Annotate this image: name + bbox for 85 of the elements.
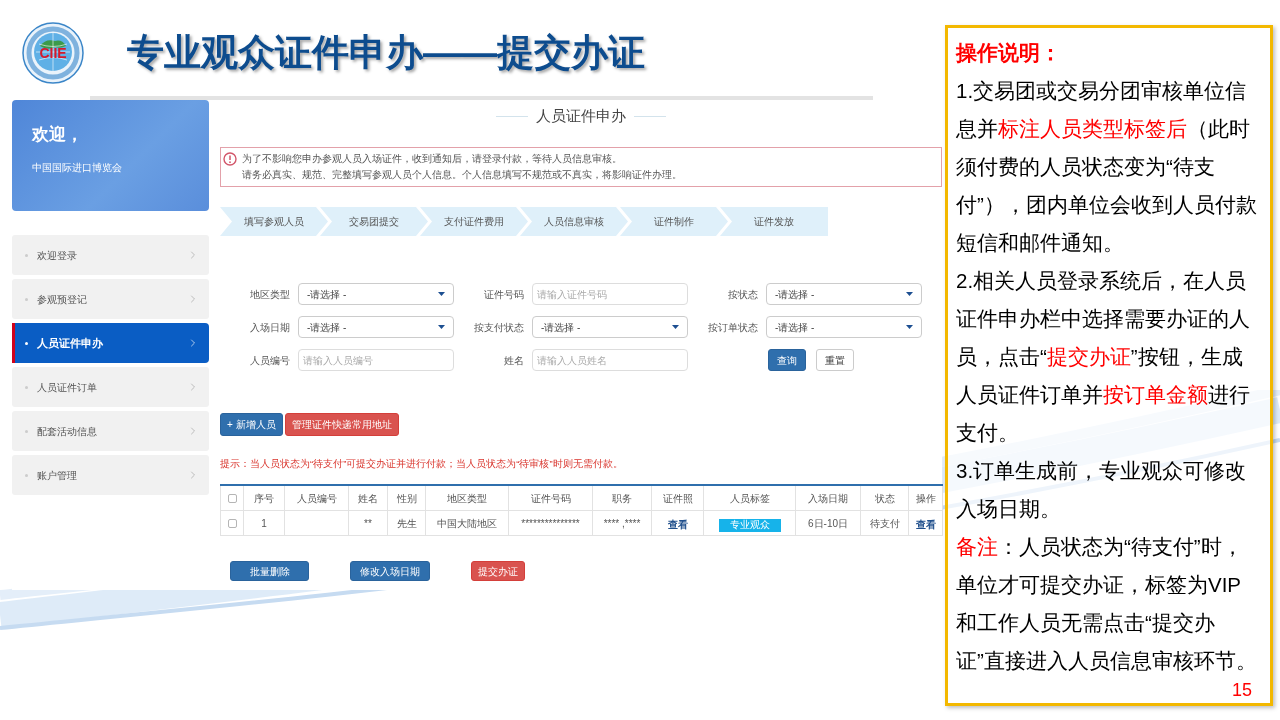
column-header: 人员标签 (703, 485, 796, 511)
bullet-icon (25, 473, 28, 477)
page-number: 15 (1231, 680, 1252, 700)
field-label: 证件号码 (484, 287, 524, 302)
notice-text: 为了不影响您申办参观人员入场证件，收到通知后，请登录付款，等待人员信息审核。 (242, 152, 622, 166)
field-label: 人员编号 (250, 353, 290, 368)
bullet-icon (25, 341, 28, 345)
column-header: 人员编号 (284, 485, 349, 511)
bullet-icon (25, 429, 28, 433)
field-label: 按订单状态 (708, 320, 758, 335)
table-cell: 先生 (387, 510, 426, 536)
text-input-field[interactable]: 请输入人员姓名 (532, 349, 688, 371)
action-button[interactable]: 修改入场日期 (350, 561, 430, 581)
welcome-greeting: 欢迎， (32, 124, 83, 146)
column-header: 操作 (908, 485, 943, 511)
slide-title: 专业观众证件申办——提交办证 (127, 31, 645, 76)
table-cell: 1 (243, 510, 285, 536)
table-cell: ** (348, 510, 388, 536)
column-header: 证件照 (651, 485, 704, 511)
dropdown-field[interactable]: -请选择 - (532, 316, 688, 338)
sidebar-item[interactable]: 人员证件申办 (12, 323, 209, 363)
column-header: 状态 (860, 485, 909, 511)
column-header: 入场日期 (795, 485, 861, 511)
sidebar-item[interactable]: 配套活动信息 (12, 411, 209, 451)
table-cell: 待支付 (860, 510, 909, 536)
dropdown-field[interactable]: -请选择 - (298, 316, 454, 338)
organization-name: 中国国际进口博览会 (32, 160, 122, 175)
alert-icon (223, 152, 237, 166)
table-cell: 中国大陆地区 (425, 510, 509, 536)
field-label: 地区类型 (250, 287, 290, 302)
text-input-field[interactable]: 请输入证件号码 (532, 283, 688, 305)
column-header: 地区类型 (425, 485, 509, 511)
step-item: 人员信息审核 (520, 207, 628, 236)
caret-icon (438, 292, 445, 296)
step-item: 填写参观人员 (220, 207, 328, 236)
expo-logo: CIIE (22, 22, 84, 84)
action-button[interactable]: 管理证件快递常用地址 (284, 413, 399, 436)
column-header: 证件号码 (508, 485, 593, 511)
instruction-paragraph: 3.订单生成前，专业观众可修改入场日期。 (956, 458, 1248, 522)
action-button[interactable]: 查询 (768, 349, 806, 371)
view-link[interactable]: 查看 (667, 519, 688, 530)
sidebar-item[interactable]: 欢迎登录 (12, 235, 209, 275)
caret-icon (906, 292, 913, 296)
caret-icon (438, 325, 445, 329)
bullet-icon (25, 253, 28, 257)
action-button[interactable]: 提交办证 (471, 561, 525, 581)
column-header: 姓名 (348, 485, 388, 511)
action-button[interactable]: 批量删除 (230, 561, 309, 581)
field-label: 按状态 (728, 287, 758, 302)
section-heading: 人员证件申办 (536, 105, 626, 126)
bullet-icon (25, 385, 28, 389)
instruction-paragraph: 备注：人员状态为“待支付”时，单位才可提交办证，标签为VIP和工作人员无需点击“提交办证”直接进入人员信息审核环节。 (956, 534, 1258, 674)
person-type-tag: 专业观众 (718, 518, 781, 532)
column-header: 性别 (387, 485, 426, 511)
field-label: 入场日期 (250, 320, 290, 335)
column-header: 职务 (592, 485, 652, 511)
select-all-checkbox[interactable] (227, 494, 237, 504)
action-button[interactable]: 重置 (816, 349, 854, 371)
field-label: 按支付状态 (474, 320, 524, 335)
sidebar-item[interactable]: 账户管理 (12, 455, 209, 495)
instruction-paragraph: 1.交易团或交易分团审核单位信息并标注人员类型标签后（此时须付费的人员状态变为“待支付”），团内单位会收到人员付款短信和邮件通知。 (956, 78, 1258, 256)
sidebar-item[interactable]: 人员证件订单 (12, 367, 209, 407)
bullet-icon (25, 297, 28, 301)
instruction-paragraph: 2.相关人员登录系统后，在人员证件申办栏中选择需要办证的人员，点击“提交办证”按钮，生成人员证件订单并按订单金额进行支付。 (956, 268, 1251, 446)
table-cell: 6日-10日 (795, 510, 861, 536)
text-input-field[interactable]: 请输入人员编号 (298, 349, 454, 371)
step-item: 支付证件费用 (420, 207, 528, 236)
step-item: 证件发放 (720, 207, 828, 236)
step-item: 交易团提交 (320, 207, 428, 236)
column-header: 序号 (243, 485, 285, 511)
dropdown-field[interactable]: -请选择 - (766, 316, 922, 338)
dropdown-field[interactable]: -请选择 - (766, 283, 922, 305)
caret-icon (906, 325, 913, 329)
field-label: 姓名 (504, 353, 524, 368)
sidebar-item[interactable]: 参观预登记 (12, 279, 209, 319)
action-button[interactable]: + 新增人员 (220, 413, 283, 436)
hint-text: 提示：当人员状态为“待支付”可提交办证并进行付款；当人员状态为“待审核”时则无需付款。 (220, 457, 623, 471)
notice-text: 请务必真实、规范、完整填写参观人员个人信息。个人信息填写不规范或不真实，将影响证件办理。 (242, 168, 682, 182)
row-checkbox[interactable] (227, 519, 237, 529)
dropdown-field[interactable]: -请选择 - (298, 283, 454, 305)
caret-icon (672, 325, 679, 329)
step-item: 证件制作 (620, 207, 728, 236)
table-cell: **** ,**** (592, 510, 652, 536)
instructions-heading: 操作说明： (956, 40, 1061, 66)
table-cell: *************** (508, 510, 593, 536)
